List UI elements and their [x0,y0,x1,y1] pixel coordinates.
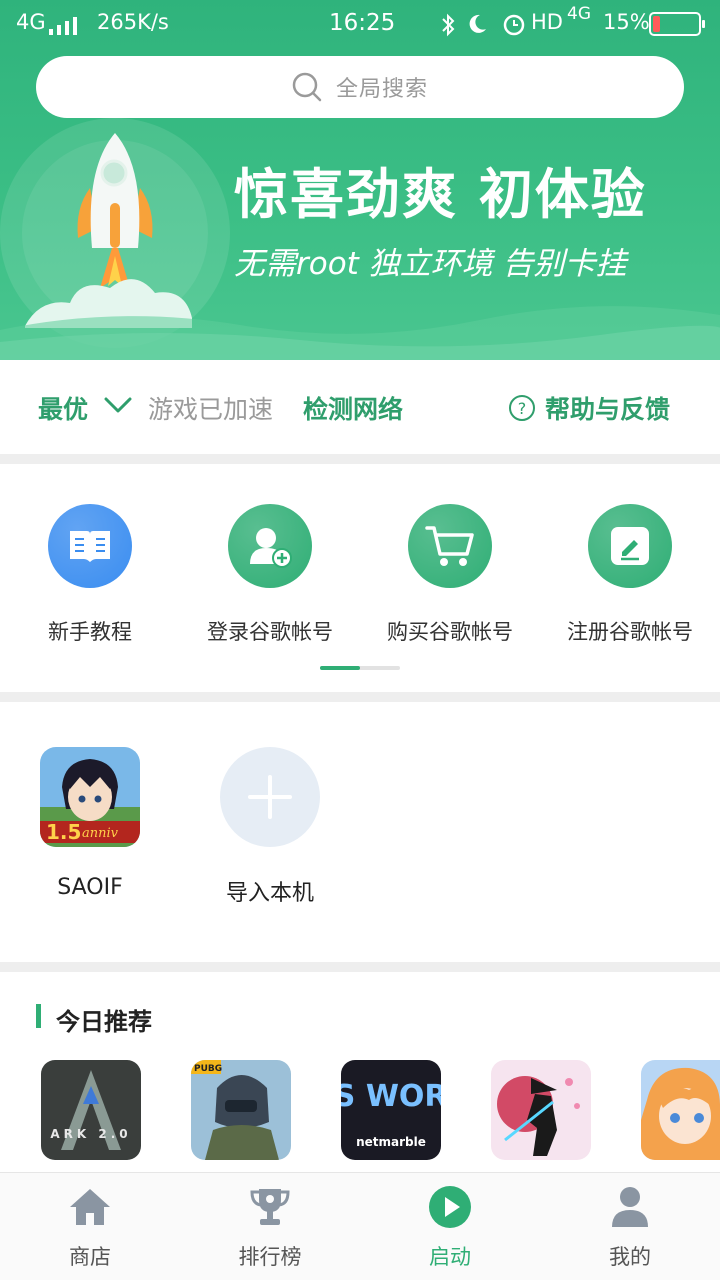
search-icon [292,72,322,102]
tab-label: 启动 [429,1245,471,1269]
saoif-game-icon: 1.5 anniv [40,747,140,847]
action-label: 注册谷歌帐号 [567,620,693,644]
my-games: 1.5 anniv SAOIF 导入本机 [0,702,720,962]
bts-world-game-icon[interactable]: BTS WORLD netmarble [341,1060,441,1160]
search-bar[interactable]: 全局搜索 [36,56,684,118]
anime-girl-game-icon[interactable] [641,1060,720,1160]
help-icon: ? [509,395,535,421]
tab-store[interactable]: 商店 [0,1185,180,1271]
section-divider [0,454,720,464]
battery-percent: 15% [603,10,650,34]
net-speed: 265K/s [97,10,169,34]
status-bar: 4G 265K/s 16:25 HD 4G 15% [0,0,720,48]
tab-label: 商店 [69,1245,111,1269]
action-login-google[interactable]: 登录谷歌帐号 [180,504,360,646]
action-label: 登录谷歌帐号 [207,620,333,644]
quick-actions: 新手教程 登录谷歌帐号 购买谷歌帐号 注册谷歌帐号 [0,464,720,692]
hero-subtitle: 无需root 独立环境 告别卡挂 [234,246,627,282]
tab-label: 我的 [609,1245,651,1269]
section-divider [0,692,720,702]
hero-waves [0,306,720,360]
svg-text:netmarble: netmarble [356,1135,426,1149]
section-accent [36,1004,41,1028]
tab-mine[interactable]: 我的 [540,1185,720,1271]
action-tutorial[interactable]: 新手教程 [0,504,180,646]
book-icon [48,504,132,588]
svg-text:anniv: anniv [82,826,119,841]
shadow-fight-game-icon[interactable] [491,1060,591,1160]
section-divider [0,962,720,972]
network-type: 4G [16,10,46,34]
action-label: 新手教程 [48,620,132,644]
page-indicator [320,666,400,670]
clock: 16:25 [329,10,396,36]
svg-text:ARK 2.0: ARK 2.0 [50,1127,131,1141]
recommend-title: 今日推荐 [56,1008,152,1036]
svg-text:PUBG: PUBG [194,1064,222,1074]
pubg-game-icon[interactable]: PUBG [191,1060,291,1160]
hero-title: 惊喜劲爽 初体验 [234,163,647,226]
import-local-button[interactable]: 导入本机 [190,747,350,907]
edit-icon [588,504,672,588]
svg-text:1.5: 1.5 [46,820,81,844]
help-label: 帮助与反馈 [545,395,671,424]
import-label: 导入本机 [225,881,314,906]
hero-banner: 4G 265K/s 16:25 HD 4G 15% 全局搜索 惊喜劲爽 初体验 … [0,0,720,360]
accel-mode-select[interactable]: 最优 [38,390,88,426]
game-name: SAOIF [57,875,123,900]
profile-icon [540,1185,720,1229]
action-register-google[interactable]: 注册谷歌帐号 [540,504,720,646]
game-saoif[interactable]: 1.5 anniv SAOIF [10,747,170,900]
recommend-section: 今日推荐 ARK 2.0 PUBG BTS WORLD netmarble [0,972,720,1172]
bottom-tab-bar: 商店 排行榜 启动 我的 [0,1172,720,1280]
detect-network-button[interactable]: 检测网络 [303,390,403,426]
user-add-icon [228,504,312,588]
tab-launch[interactable]: 启动 [360,1185,540,1271]
svg-text:BTS WORLD: BTS WORLD [341,1079,441,1114]
trophy-icon [180,1185,360,1229]
search-placeholder: 全局搜索 [335,77,428,102]
action-label: 购买谷歌帐号 [387,620,513,644]
moon-icon [469,14,486,33]
cart-icon [408,504,492,588]
ark-game-icon[interactable]: ARK 2.0 [41,1060,141,1160]
play-icon [360,1185,540,1229]
bluetooth-icon [442,13,455,37]
battery-icon [649,12,705,36]
hd-indicator: HD [531,10,563,34]
tab-label: 排行榜 [238,1245,302,1269]
plus-icon [220,747,320,847]
action-buy-google[interactable]: 购买谷歌帐号 [360,504,540,646]
network-type-2: 4G [567,4,591,24]
tab-ranking[interactable]: 排行榜 [180,1185,360,1271]
accel-status: 游戏已加速 [148,395,274,424]
signal-icon [49,15,83,35]
help-feedback-button[interactable]: ? 帮助与反馈 [509,390,670,426]
accelerator-bar: 最优 游戏已加速 检测网络 ? 帮助与反馈 [0,360,720,456]
home-icon [0,1185,180,1229]
chevron-down-icon[interactable] [104,396,132,414]
alarm-icon [503,14,525,36]
